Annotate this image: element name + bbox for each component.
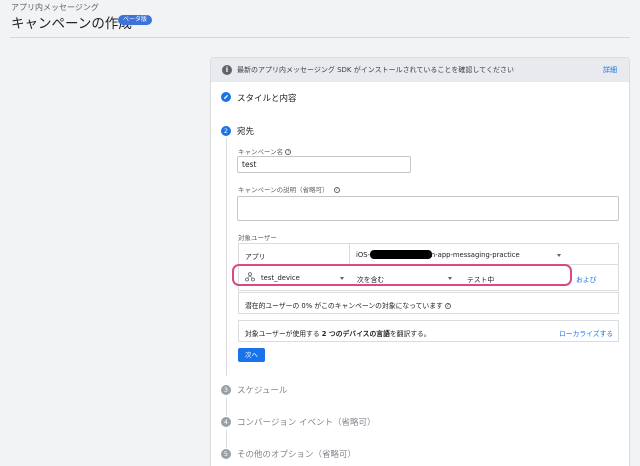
description-label: キャンペーンの説明（省略可）?: [238, 186, 340, 194]
language-box: 対象ユーザーが使用する 2 つのデバイスの言語を翻訳する。 ローカライズする: [238, 320, 619, 342]
help-icon[interactable]: ?: [333, 187, 340, 193]
step-3-icon: 3: [221, 385, 231, 395]
campaign-name-input[interactable]: test: [237, 156, 411, 173]
step-conversion-label[interactable]: コンバージョン イベント（省略可）: [237, 416, 376, 428]
column-divider: [349, 244, 350, 265]
help-icon[interactable]: ?: [444, 303, 451, 309]
step-schedule-label[interactable]: スケジュール: [237, 384, 287, 396]
language-text: 対象ユーザーが使用する 2 つのデバイスの言語を翻訳する。: [245, 330, 431, 338]
pencil-icon: [221, 92, 231, 102]
step-4-icon: 4: [221, 417, 231, 427]
chevron-down-icon[interactable]: [557, 254, 561, 257]
page-header: アプリ内メッセージング キャンペーンの作成 ベータ版: [0, 0, 640, 38]
header-divider: [10, 37, 630, 38]
app-value-prefix[interactable]: iOS-: [356, 251, 370, 259]
description-input[interactable]: [237, 196, 619, 221]
step-connector: [226, 398, 227, 416]
target-users-label: 対象ユーザー: [238, 234, 277, 242]
reach-box: 潜在的ユーザーの 0% がこのキャンペーンの対象になっています?: [238, 292, 619, 314]
step-2-icon: 2: [221, 126, 231, 136]
campaign-card: i 最新のアプリ内メッセージング SDK がインストールされていることを確認して…: [210, 57, 630, 466]
app-row: アプリ iOS- in-app-messaging-practice: [239, 244, 618, 265]
step-connector: [226, 430, 227, 448]
reach-text: 潜在的ユーザーの 0% がこのキャンペーンの対象になっています?: [245, 302, 451, 310]
step-target-label[interactable]: 宛先: [237, 125, 254, 137]
step-connector: [226, 138, 227, 376]
and-link[interactable]: および: [576, 274, 596, 284]
step-other-label[interactable]: その他のオプション（省略可）: [237, 448, 356, 460]
next-button[interactable]: 次へ: [238, 348, 265, 362]
banner-text: 最新のアプリ内メッセージング SDK がインストールされていることを確認してくだ…: [237, 66, 514, 74]
app-value-name[interactable]: in-app-messaging-practice: [429, 251, 520, 259]
highlight-annotation: [232, 264, 572, 286]
page-title: キャンペーンの作成: [11, 16, 132, 32]
step-5-icon: 5: [221, 449, 231, 459]
redacted-bar: [370, 250, 432, 259]
info-icon: i: [222, 65, 232, 75]
help-icon[interactable]: ?: [285, 149, 292, 155]
campaign-name-label: キャンペーン名?: [238, 148, 292, 156]
app-label: アプリ: [245, 253, 266, 261]
sdk-banner: i 最新のアプリ内メッセージング SDK がインストールされていることを確認して…: [211, 58, 629, 82]
localize-link[interactable]: ローカライズする: [559, 328, 613, 338]
details-link[interactable]: 詳細: [603, 65, 617, 75]
beta-badge: ベータ版: [118, 15, 153, 25]
step-style-label[interactable]: スタイルと内容: [237, 92, 297, 104]
